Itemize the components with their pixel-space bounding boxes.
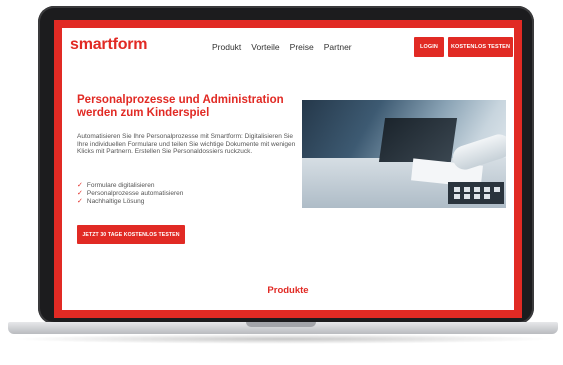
photo-key [464,194,470,199]
laptop-screen: smartform Produkt Vorteile Preise Partne… [54,20,522,318]
trial-button[interactable]: KOSTENLOS TESTEN [448,37,513,57]
feature-list: ✓ Formulare digitalisieren ✓ Personalpro… [77,181,183,205]
webpage: smartform Produkt Vorteile Preise Partne… [62,28,514,310]
check-icon: ✓ [77,181,83,189]
section-title-produkte: Produkte [267,285,309,296]
nav-item-preise[interactable]: Preise [290,42,314,52]
nav-item-partner[interactable]: Partner [324,42,352,52]
laptop-notch [246,322,316,327]
photo-key [484,194,490,199]
photo-key [474,187,480,192]
photo-key [474,194,480,199]
photo-key [454,187,460,192]
photo-key [494,187,500,192]
check-icon: ✓ [77,189,83,197]
list-item: ✓ Nachhaltige Lösung [77,197,183,205]
main-nav: Produkt Vorteile Preise Partner [212,42,352,52]
photo-key [454,194,460,199]
hero-title: Personalprozesse und Administration werd… [77,94,284,119]
feature-label: Nachhaltige Lösung [86,197,145,205]
hero-image [302,100,506,208]
laptop-shadow [10,334,556,344]
photo-keyboard [448,182,504,204]
check-icon: ✓ [77,197,83,205]
feature-label: Formulare digitalisieren [86,181,155,189]
photo-key [484,187,490,192]
list-item: ✓ Personalprozesse automatisieren [77,189,183,197]
logo[interactable]: smartform [70,36,148,54]
photo-key [464,187,470,192]
list-item: ✓ Formulare digitalisieren [77,181,183,189]
nav-item-produkt[interactable]: Produkt [212,42,241,52]
feature-label: Personalprozesse automatisieren [86,189,184,197]
login-button[interactable]: LOGIN [414,37,444,57]
photo-laptop [378,118,458,162]
cta-button[interactable]: JETZT 30 TAGE KOSTENLOS TESTEN [77,225,185,244]
nav-item-vorteile[interactable]: Vorteile [251,42,279,52]
hero-description: Automatisieren Sie Ihre Personalprozesse… [77,133,296,155]
